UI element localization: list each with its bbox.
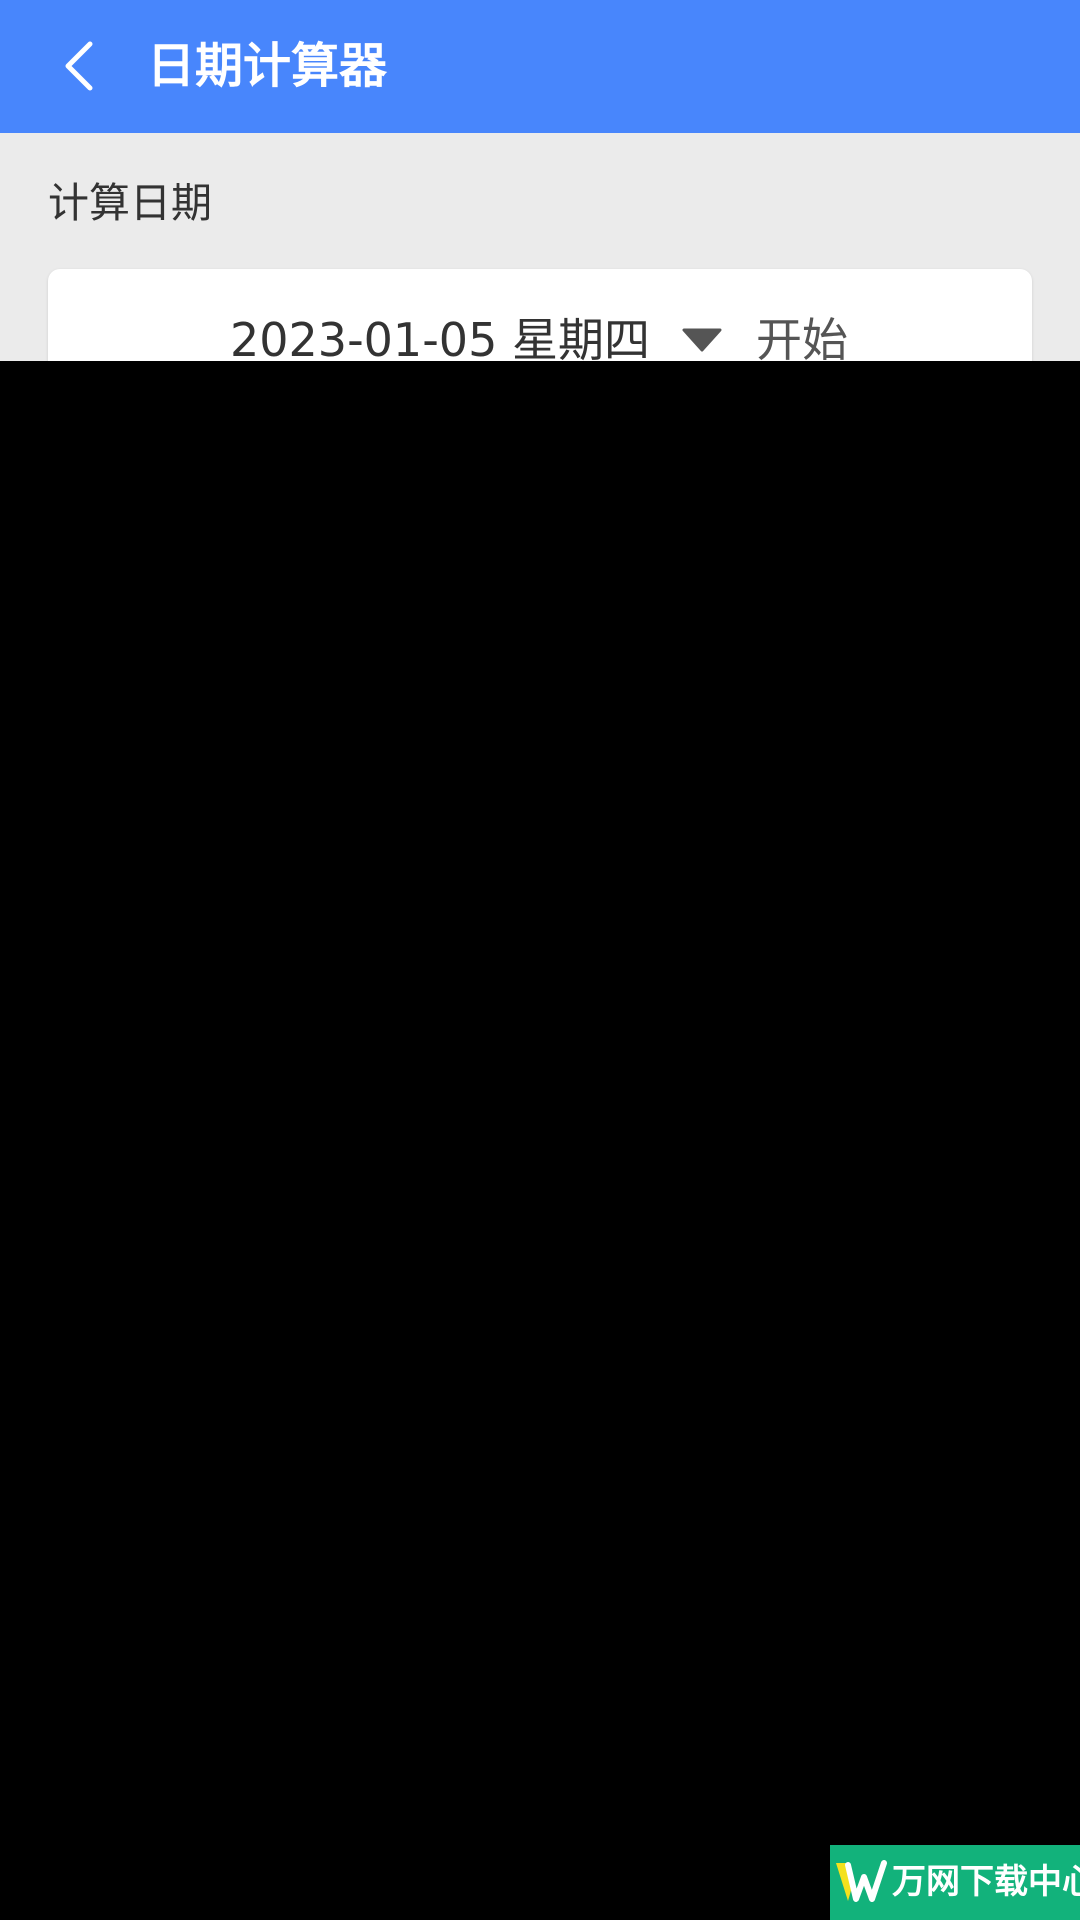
watermark: 万网下载中心 <box>830 1845 1080 1920</box>
page-title: 日期计算器 <box>147 38 388 94</box>
date-value[interactable]: 2023-01-05 星期四 <box>230 305 650 361</box>
date-card[interactable]: 2023-01-05 星期四 开始 <box>48 269 1032 361</box>
obscured-area <box>0 361 1080 1920</box>
main-content: 计算日期 2023-01-05 星期四 开始 <box>0 133 1080 361</box>
chevron-left-icon[interactable] <box>52 36 112 96</box>
watermark-text: 万网下载中心 <box>892 1862 1080 1902</box>
start-label: 开始 <box>756 313 848 361</box>
caret-down-icon[interactable] <box>682 327 722 353</box>
section-label: 计算日期 <box>48 179 212 227</box>
w-logo-icon <box>836 1860 887 1902</box>
app-bar: 日期计算器 <box>0 0 1080 133</box>
